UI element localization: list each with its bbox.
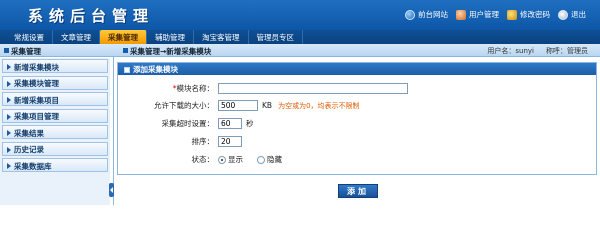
status-label: 状态： (191, 155, 215, 164)
download-size-unit: KB (262, 101, 273, 110)
radio-checked-icon[interactable] (218, 155, 226, 164)
sidebar-item-history[interactable]: 历史记录 (2, 141, 108, 156)
download-size-hint: 为空或为0，均表示不限制 (278, 101, 360, 110)
arrow-right-icon (7, 163, 11, 169)
order-label: 排序： (191, 137, 215, 146)
arrow-right-icon (7, 64, 11, 70)
order-input[interactable] (218, 136, 242, 147)
app-title: 系统后台管理 (28, 7, 155, 25)
top-header: 系统后台管理 前台网站 用户管理 修改密码 退出 (0, 0, 600, 30)
tab-article-manage[interactable]: 文章管理 (53, 30, 100, 44)
timeout-label: 采集超时设置： (161, 119, 215, 128)
logout-label: 退出 (571, 10, 586, 19)
username-display: 用户名：sunyi (487, 47, 534, 55)
sidebar: 新增采集模块 采集模块管理 新增采集项目 采集项目管理 采集结果 历史记录 采集… (0, 58, 110, 205)
status-hide-radio[interactable]: 隐藏 (257, 154, 282, 165)
top-links: 前台网站 用户管理 修改密码 退出 (405, 9, 586, 20)
status-show-radio[interactable]: 显示 (218, 154, 243, 165)
user-info: 用户名：sunyi 称呼：管理员 (487, 46, 588, 56)
change-password-link[interactable]: 修改密码 (507, 9, 550, 20)
sidebar-section-title: 采集管理 (4, 46, 41, 57)
form-panel: 添加采集模块 *模块名称： 允许下载的大小： KB 为空或为0，均表示不限制 采… (117, 62, 597, 175)
status-row: 状态： 显示 隐藏 (118, 154, 598, 165)
radio-unchecked-icon[interactable] (257, 155, 265, 164)
arrow-right-icon (7, 97, 11, 103)
front-site-link[interactable]: 前台网站 (405, 9, 448, 20)
add-button[interactable]: 添加 (338, 184, 378, 198)
sub-header-bar: 采集管理 采集管理→新增采集模块 用户名：sunyi 称呼：管理员 (0, 44, 600, 57)
sidebar-collapse-handle[interactable] (109, 183, 114, 197)
download-size-input[interactable] (218, 100, 258, 111)
arrow-right-icon (7, 80, 11, 87)
arrow-right-icon (7, 146, 11, 153)
user-manage-link[interactable]: 用户管理 (456, 9, 499, 20)
module-name-label: *模块名称： (172, 84, 214, 93)
download-size-label: 允许下载的大小： (154, 101, 214, 110)
sidebar-item-results[interactable]: 采集结果 (2, 125, 108, 139)
module-name-row: *模块名称： (118, 83, 598, 94)
front-site-label: 前台网站 (418, 10, 448, 19)
download-size-row: 允许下载的大小： KB 为空或为0，均表示不限制 (118, 100, 598, 111)
key-icon (507, 9, 517, 20)
module-name-input[interactable] (218, 83, 408, 94)
tab-collect-manage[interactable]: 采集管理 (100, 30, 147, 44)
arrow-right-icon (7, 113, 11, 120)
sidebar-item-new-module[interactable]: 新增采集模块 (2, 59, 108, 73)
form-panel-header: 添加采集模块 (118, 63, 596, 75)
sidebar-item-new-project[interactable]: 新增采集项目 (2, 92, 108, 106)
role-display: 称呼：管理员 (546, 47, 588, 55)
logout-link[interactable]: 退出 (558, 9, 586, 20)
main-nav: 常规设置 文章管理 采集管理 辅助管理 淘宝客管理 管理员专区 (0, 30, 600, 44)
square-bullet-icon (4, 48, 9, 53)
exit-icon (558, 9, 568, 20)
user-manage-label: 用户管理 (469, 10, 499, 19)
form-title: 添加采集模块 (133, 65, 178, 74)
sidebar-item-module-manage[interactable]: 采集模块管理 (2, 75, 108, 90)
arrow-right-icon (7, 130, 11, 136)
timeout-row: 采集超时设置： 秒 (118, 118, 598, 129)
order-row: 排序： (118, 136, 598, 147)
change-password-label: 修改密码 (520, 10, 550, 19)
square-bullet-icon (123, 48, 128, 53)
timeout-unit: 秒 (246, 119, 254, 128)
sidebar-item-project-manage[interactable]: 采集项目管理 (2, 108, 108, 123)
tab-general-settings[interactable]: 常规设置 (6, 30, 53, 44)
tab-aux-manage[interactable]: 辅助管理 (147, 30, 194, 44)
form-icon (124, 66, 130, 73)
sidebar-item-database[interactable]: 采集数据库 (2, 158, 108, 172)
user-icon (456, 9, 466, 20)
breadcrumb: 采集管理→新增采集模块 (123, 46, 211, 57)
tab-taobaoke-manage[interactable]: 淘宝客管理 (194, 30, 249, 44)
tab-admin-zone[interactable]: 管理员专区 (249, 30, 303, 44)
home-icon (405, 9, 415, 20)
timeout-input[interactable] (218, 118, 242, 129)
